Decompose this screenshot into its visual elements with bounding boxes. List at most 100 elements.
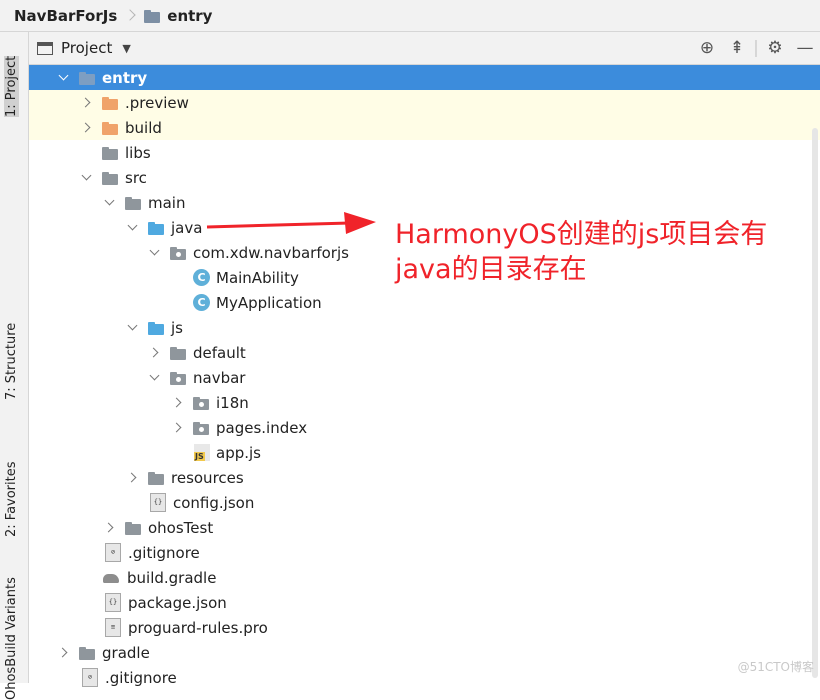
package-icon <box>169 244 187 262</box>
tree-item-label: .gitignore <box>105 668 177 687</box>
tree-item-app-js[interactable]: app.js <box>29 440 820 465</box>
excluded-folder-icon <box>101 94 119 112</box>
tree-item-main[interactable]: main <box>29 190 820 215</box>
tree-item-ohostest[interactable]: ohosTest <box>29 515 820 540</box>
folder-icon <box>78 644 96 662</box>
tree-item-i18n[interactable]: i18n <box>29 390 820 415</box>
tree-item-pages-index[interactable]: pages.index <box>29 415 820 440</box>
minimize-icon[interactable]: — <box>790 32 820 64</box>
chevron-right-icon[interactable] <box>127 472 139 484</box>
tree-item-package-json[interactable]: {} package.json <box>29 590 820 615</box>
chevron-down-icon[interactable] <box>81 172 93 184</box>
module-folder-icon <box>78 69 96 87</box>
tree-item-label: ohosTest <box>148 518 214 537</box>
chevron-down-icon[interactable] <box>58 72 70 84</box>
chevron-right-icon[interactable] <box>58 647 70 659</box>
breadcrumb-module[interactable]: entry <box>143 7 212 25</box>
tree-item-resources[interactable]: resources <box>29 465 820 490</box>
tree-item-label: .preview <box>125 93 189 112</box>
chevron-down-icon[interactable] <box>149 247 161 259</box>
tree-item-src[interactable]: src <box>29 165 820 190</box>
tree-item-label: js <box>171 318 183 337</box>
javascript-file-icon <box>194 444 210 461</box>
chevron-down-icon[interactable] <box>104 197 116 209</box>
tree-item-label: MainAbility <box>216 268 299 287</box>
tree-item-label: resources <box>171 468 244 487</box>
tree-item-build-gradle[interactable]: build.gradle <box>29 565 820 590</box>
chevron-down-icon[interactable] <box>127 222 139 234</box>
tree-item-myapplication[interactable]: C MyApplication <box>29 290 820 315</box>
chevron-down-icon: ▼ <box>122 41 131 55</box>
tree-item-label: config.json <box>173 493 255 512</box>
tab-build-variants[interactable]: OhosBuild Variants <box>4 577 19 700</box>
watermark: @51CTO博客 <box>737 660 814 674</box>
resources-folder-icon <box>147 469 165 487</box>
tree-item-config-json[interactable]: {} config.json <box>29 490 820 515</box>
tree-item-label: entry <box>102 68 148 87</box>
chevron-right-icon[interactable] <box>172 397 184 409</box>
tab-favorites-label: 2: Favorites <box>4 461 19 537</box>
tree-item-build[interactable]: build <box>29 115 820 140</box>
tab-structure[interactable]: 7: Structure <box>4 323 19 400</box>
class-icon: C <box>193 269 210 286</box>
tree-item-label: package.json <box>128 593 227 612</box>
tree-item-label: com.xdw.navbarforjs <box>193 243 349 262</box>
panel-toolbar: ⊕ ⇞ | ⚙ — <box>692 32 820 64</box>
folder-icon <box>169 344 187 362</box>
panel-header: Project ▼ ⊕ ⇞ | ⚙ — <box>29 32 820 65</box>
breadcrumb: NavBarForJs entry <box>0 0 820 32</box>
tree-item-label: default <box>193 343 246 362</box>
folder-icon <box>101 169 119 187</box>
tab-project-label: 1: Project <box>4 55 19 117</box>
tree-item-label: .gitignore <box>128 543 200 562</box>
tree-item-label: libs <box>125 143 151 162</box>
tree-item-label: src <box>125 168 147 187</box>
source-folder-icon <box>147 219 165 237</box>
tree-item-gitignore[interactable]: ⊘ .gitignore <box>29 540 820 565</box>
locate-icon[interactable]: ⊕ <box>692 32 722 64</box>
annotation-line-1: HarmonyOS创建的js项目会有 <box>395 219 768 250</box>
chevron-right-icon[interactable] <box>104 522 116 534</box>
tree-item-libs[interactable]: libs <box>29 140 820 165</box>
tree-item-label: java <box>171 218 203 237</box>
project-panel: Project ▼ ⊕ ⇞ | ⚙ — entry .preview build <box>29 32 820 687</box>
chevron-right-icon[interactable] <box>81 122 93 134</box>
chevron-right-icon[interactable] <box>149 347 161 359</box>
gear-icon[interactable]: ⚙ <box>760 32 790 64</box>
tree-item-label: build <box>125 118 162 137</box>
package-icon <box>169 369 187 387</box>
tree-item-preview[interactable]: .preview <box>29 90 820 115</box>
tree-item-label: i18n <box>216 393 249 412</box>
tree-item-label: MyApplication <box>216 293 322 312</box>
tool-window-bar: 1: Project 7: Structure 2: Favorites Oho… <box>0 32 29 700</box>
class-icon: C <box>193 294 210 311</box>
folder-icon <box>124 519 142 537</box>
tree-item-gitignore-root[interactable]: ⊘ .gitignore <box>29 665 820 690</box>
tree-item-proguard[interactable]: ≡ proguard-rules.pro <box>29 615 820 640</box>
annotation-text: HarmonyOS创建的js项目会有 java的目录存在 <box>395 217 815 287</box>
chevron-right-icon[interactable] <box>172 422 184 434</box>
tab-favorites[interactable]: 2: Favorites <box>4 461 19 537</box>
tree-item-js[interactable]: js <box>29 315 820 340</box>
tree-item-navbar[interactable]: navbar <box>29 365 820 390</box>
breadcrumb-module-label: entry <box>167 6 213 25</box>
tree-item-label: gradle <box>102 643 150 662</box>
chevron-down-icon[interactable] <box>149 372 161 384</box>
view-selector[interactable]: Project ▼ <box>37 39 131 57</box>
breadcrumb-project[interactable]: NavBarForJs <box>14 7 117 25</box>
tab-project[interactable]: 1: Project <box>4 55 19 117</box>
tree-item-gradle[interactable]: gradle <box>29 640 820 665</box>
divider: | <box>753 38 759 58</box>
json-file-icon: {} <box>150 493 166 512</box>
tree-item-default[interactable]: default <box>29 340 820 365</box>
source-folder-icon <box>147 319 165 337</box>
scrollbar[interactable] <box>812 128 818 678</box>
chevron-down-icon[interactable] <box>127 322 139 334</box>
tab-build-variants-label: OhosBuild Variants <box>4 577 19 700</box>
tree-item-entry[interactable]: entry <box>29 65 820 90</box>
tree-item-label: main <box>148 193 186 212</box>
window-icon <box>37 41 53 55</box>
chevron-right-icon[interactable] <box>81 97 93 109</box>
collapse-all-icon[interactable]: ⇞ <box>722 32 752 64</box>
tree-item-label: build.gradle <box>127 568 217 587</box>
